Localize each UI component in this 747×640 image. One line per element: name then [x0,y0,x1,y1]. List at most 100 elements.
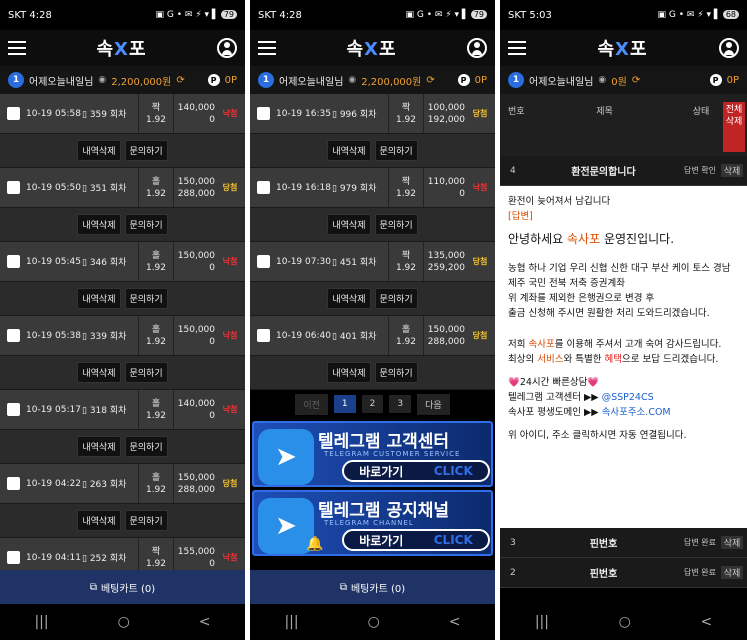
bet-status: 당첨 [222,479,238,488]
inquiry-button[interactable]: 문의하기 [124,436,168,457]
back-icon[interactable]: < [199,614,211,630]
delete-history-button[interactable]: 내역삭제 [77,288,121,309]
table-row: 10-19 06:40 ▯ 401 회차 홀 1.92 150,000 288,00… [250,316,495,356]
home-icon[interactable]: ○ [619,614,631,630]
inquiry-button[interactable]: 문의하기 [374,288,418,309]
recent-apps-icon[interactable]: ||| [34,614,48,630]
android-nav-bar: ||| ○ < [500,604,747,640]
menu-icon[interactable] [508,41,526,55]
bet-round: ▯ 996 회차 [332,110,377,120]
table-row: 10-19 16:18 ▯ 979 회차 짝 1.92 110,000 0 낙첨 [250,168,495,208]
level-badge: 1 [508,72,524,88]
delete-all-button[interactable]: 전체삭제 [723,102,745,152]
bet-status: 당첨 [472,331,488,340]
bet-pick: 짝 1.92 [138,94,174,133]
inquiry-row[interactable]: 4 환전문의합니다 답변 확인 삭제 [500,156,747,186]
user-icon[interactable] [718,38,739,58]
telegram-channel-banner[interactable]: ➤ 🔔 텔레그램 공지채널 TELEGRAM CHANNEL 바로가기 CLICK [252,490,493,556]
delete-history-button[interactable]: 내역삭제 [327,214,371,235]
telegram-cs-banner[interactable]: ➤ 텔레그램 고객센터 TELEGRAM CUSTOMER SERVICE 바로… [252,421,493,487]
inquiry-row[interactable]: 2 핀번호 답변 완료 삭제 [500,558,747,588]
inquiry-button[interactable]: 문의하기 [124,510,168,531]
domain-link[interactable]: 속사포주소.COM [602,407,671,418]
delete-history-button[interactable]: 내역삭제 [77,362,121,383]
greeting: 안녕하세요 속사포 운영진입니다. [508,232,675,246]
bet-cart-bar[interactable]: ⧉ 베팅카트 (0) [0,570,245,604]
back-icon[interactable]: < [700,614,712,630]
bet-amount: 150,000 0 [177,250,215,273]
row-checkbox[interactable] [0,107,26,120]
bet-amount: 150,000 288,000 [427,324,465,347]
home-icon[interactable]: ○ [118,614,130,630]
inquiry-button[interactable]: 문의하기 [124,362,168,383]
bet-date: 10-19 07:30 [276,256,331,267]
row-actions: 내역삭제 문의하기 [0,208,245,242]
logo[interactable]: 속X포 [96,35,146,61]
user-icon[interactable] [216,38,237,58]
bet-amount: 100,000 192,000 [427,102,465,125]
recent-apps-icon[interactable]: ||| [535,614,549,630]
inquiry-button[interactable]: 문의하기 [374,362,418,383]
delete-history-button[interactable]: 내역삭제 [327,140,371,161]
inquiry-row[interactable]: 3 핀번호 답변 완료 삭제 [500,528,747,558]
delete-button[interactable]: 삭제 [721,566,743,579]
bet-date: 10-19 04:22 [26,478,81,489]
back-icon[interactable]: < [449,614,461,630]
recent-apps-icon[interactable]: ||| [284,614,298,630]
bet-round: ▯ 263 회차 [82,480,127,490]
bet-status: 낙첨 [222,109,238,118]
row-checkbox[interactable] [0,477,26,490]
telegram-cs-link[interactable]: @SSP24CS [602,392,654,403]
delete-history-button[interactable]: 내역삭제 [327,288,371,309]
user-icon[interactable] [466,38,487,58]
points-icon: P [457,74,470,86]
prev-page-button[interactable]: 이전 [295,393,328,415]
row-checkbox[interactable] [0,551,26,564]
delete-history-button[interactable]: 내역삭제 [77,140,121,161]
page-2-button[interactable]: 2 [361,395,384,413]
thanks-line: 저희 속사포를 이용해 주셔서 고개 숙여 감사드립니다. [508,339,722,350]
menu-icon[interactable] [258,41,276,55]
logo[interactable]: 속X포 [346,35,396,61]
page-1-button[interactable]: 1 [333,395,356,413]
logo[interactable]: 속X포 [597,35,647,61]
banner-button: 바로가기 CLICK [342,529,490,551]
inquiry-button[interactable]: 문의하기 [374,214,418,235]
row-checkbox[interactable] [0,329,26,342]
row-checkbox[interactable] [250,329,276,342]
row-checkbox[interactable] [0,181,26,194]
row-checkbox[interactable] [0,255,26,268]
row-actions: 내역삭제 문의하기 [0,504,245,538]
points-icon: P [709,74,722,86]
inquiry-button[interactable]: 문의하기 [124,214,168,235]
delete-history-button[interactable]: 내역삭제 [327,362,371,383]
delete-history-button[interactable]: 내역삭제 [77,510,121,531]
bet-pick: 짝 1.92 [388,168,424,207]
page-3-button[interactable]: 3 [389,395,412,413]
refresh-icon[interactable]: ⟳ [176,75,184,86]
bet-round: ▯ 339 회차 [82,332,127,342]
domain-line: 속사포 평생도메인 ▶▶ 속사포주소.COM [508,407,671,418]
inquiry-button[interactable]: 문의하기 [124,140,168,161]
refresh-icon[interactable]: ⟳ [426,75,434,86]
bet-status: 당첨 [222,183,238,192]
inquiry-button[interactable]: 문의하기 [124,288,168,309]
delete-button[interactable]: 삭제 [721,164,743,177]
row-checkbox[interactable] [250,255,276,268]
row-checkbox[interactable] [250,107,276,120]
next-page-button[interactable]: 다음 [417,393,450,415]
bet-pick: 홀 1.92 [138,390,174,429]
answer-tag: [답변] [508,211,533,222]
bet-list: 10-19 16:35 ▯ 996 회차 짝 1.92 100,000 192,00… [250,94,495,390]
delete-button[interactable]: 삭제 [721,536,743,549]
refresh-icon[interactable]: ⟳ [632,75,640,86]
username: 어제오늘내일님 [279,76,344,88]
menu-icon[interactable] [8,41,26,55]
delete-history-button[interactable]: 내역삭제 [77,436,121,457]
row-checkbox[interactable] [250,181,276,194]
home-icon[interactable]: ○ [368,614,380,630]
bet-cart-bar[interactable]: ⧉ 베팅카트 (0) [250,570,495,604]
inquiry-button[interactable]: 문의하기 [374,140,418,161]
delete-history-button[interactable]: 내역삭제 [77,214,121,235]
row-checkbox[interactable] [0,403,26,416]
